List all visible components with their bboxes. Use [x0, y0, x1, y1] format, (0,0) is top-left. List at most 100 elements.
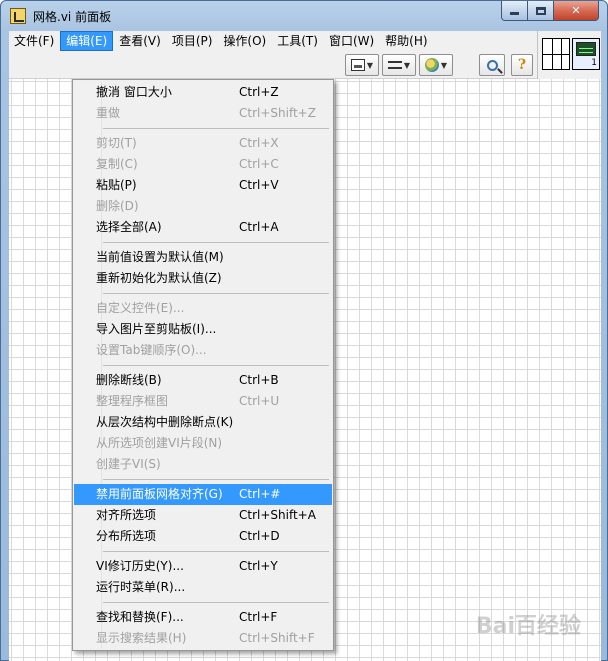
minimize-icon: [510, 12, 519, 15]
menu-item-shortcut: Ctrl+D: [239, 529, 280, 543]
dropdown-arrow-icon: ▼: [366, 60, 374, 70]
edit-menu-item[interactable]: 从层次结构中删除断点(K): [75, 412, 331, 433]
edit-menu-item[interactable]: 当前值设置为默认值(M): [75, 247, 331, 268]
menu-0[interactable]: 文件(F): [9, 31, 59, 51]
menu-item-shortcut: Ctrl+Y: [239, 559, 278, 573]
edit-menu-item: 显示搜索结果(H) Ctrl+Shift+F: [75, 628, 331, 649]
edit-menu-item[interactable]: 选择全部(A) Ctrl+A: [75, 217, 331, 238]
menu-item-shortcut: Ctrl+A: [239, 220, 279, 234]
menu-separator: [103, 475, 331, 484]
menu-item-label: 查找和替换(F)...: [96, 610, 184, 624]
menu-1[interactable]: 编辑(E): [60, 31, 114, 51]
edit-menu-item[interactable]: 粘贴(P) Ctrl+V: [75, 175, 331, 196]
vi-icon-number: 1: [591, 58, 597, 68]
menu-separator: [103, 289, 331, 298]
reorder-icon: [424, 58, 439, 72]
menu-item-label: 设置Tab键顺序(O)...: [96, 343, 207, 357]
edit-menu-item[interactable]: 对齐所选项 Ctrl+Shift+A: [75, 505, 331, 526]
menu-item-label: 重新初始化为默认值(Z): [96, 271, 222, 285]
edit-menu-dropdown: 撤消 窗口大小 Ctrl+Z 重做 Ctrl+Shift+Z 剪切(T) Ctrl+X 复制…: [72, 79, 334, 651]
edit-menu-item[interactable]: 运行时菜单(R)...: [75, 577, 331, 598]
menu-item-label: 从层次结构中删除断点(K): [96, 415, 234, 429]
menu-separator: [103, 598, 331, 607]
app-window: 网格.vi 前面板 ✕ 文件(F) 编辑(E) 查看(V) 项目(P) 操作(O) 工具(…: [0, 0, 608, 661]
menu-item-label: 选择全部(A): [96, 220, 162, 234]
menu-item-shortcut: Ctrl+X: [239, 136, 279, 150]
maximize-button[interactable]: [528, 1, 554, 21]
front-panel-client: 文件(F) 编辑(E) 查看(V) 项目(P) 操作(O) 工具(T) 窗口(W) 帮助(H)…: [9, 31, 601, 661]
menu-item-shortcut: Ctrl+Shift+Z: [239, 106, 316, 120]
menu-item-label: 自定义控件(E)...: [96, 301, 185, 315]
close-icon: ✕: [571, 4, 581, 17]
minimize-button[interactable]: [501, 1, 528, 21]
menu-2[interactable]: 查看(V): [114, 31, 166, 51]
connector-pane[interactable]: [542, 38, 570, 70]
menu-item-label: 剪切(T): [96, 136, 137, 150]
distribute-objects-icon: [387, 59, 402, 71]
menu-separator: [103, 547, 331, 556]
menu-3[interactable]: 项目(P): [167, 31, 218, 51]
close-button[interactable]: ✕: [554, 1, 599, 21]
vi-icon[interactable]: 1: [572, 38, 600, 70]
menu-item-shortcut: Ctrl+C: [239, 157, 279, 171]
menu-item-shortcut: Ctrl+#: [239, 487, 281, 501]
menu-item-label: 整理程序框图: [96, 394, 169, 408]
menu-item-label: 当前值设置为默认值(M): [96, 250, 224, 264]
toolbar: ▼ ▼ ▼ ?: [9, 51, 537, 79]
menu-7[interactable]: 帮助(H): [380, 31, 432, 51]
menu-4[interactable]: 操作(O): [218, 31, 271, 51]
menu-item-label: 创建子VI(S): [96, 457, 161, 471]
menu-item-shortcut: Ctrl+Shift+F: [239, 631, 315, 645]
menu-5[interactable]: 工具(T): [272, 31, 323, 51]
menu-item-shortcut: [219, 454, 239, 475]
labview-app-icon[interactable]: [10, 8, 26, 24]
menu-item-label: 删除断线(B): [96, 373, 162, 387]
distribute-objects-button[interactable]: ▼: [382, 54, 416, 76]
menu-item-label: 撤消 窗口大小: [96, 85, 172, 99]
menu-item-label: 禁用前面板网格对齐(G): [96, 487, 223, 501]
menu-item-label: 分布所选项: [96, 529, 157, 543]
menu-item-shortcut: [219, 298, 239, 319]
context-help-button[interactable]: ?: [511, 54, 533, 76]
menu-6[interactable]: 窗口(W): [324, 31, 379, 51]
menu-item-label: 删除(D): [96, 199, 139, 213]
menu-item-label: 显示搜索结果(H): [96, 631, 187, 645]
menu-item-shortcut: [219, 196, 239, 217]
menu-item-shortcut: [219, 340, 239, 361]
menu-item-label: VI修订历史(Y)...: [96, 559, 184, 573]
edit-menu-item[interactable]: 分布所选项 Ctrl+D: [75, 526, 331, 547]
menu-separator: [103, 124, 331, 133]
edit-menu-item: 从所选项创建VI片段(N): [75, 433, 331, 454]
reorder-button[interactable]: ▼: [419, 54, 453, 76]
edit-menu-item[interactable]: 重新初始化为默认值(Z): [75, 268, 331, 289]
menu-item-shortcut: [219, 433, 239, 454]
search-icon: [486, 59, 498, 71]
caption-buttons: ✕: [501, 1, 599, 21]
search-button[interactable]: [479, 54, 505, 76]
menu-item-shortcut: [219, 412, 239, 433]
menu-item-shortcut: Ctrl+V: [239, 178, 279, 192]
maximize-icon: [535, 6, 546, 15]
menu-item-shortcut: Ctrl+Z: [239, 85, 279, 99]
menu-item-label: 运行时菜单(R)...: [96, 580, 186, 594]
menu-item-label: 从所选项创建VI片段(N): [96, 436, 223, 450]
menu-item-label: 重做: [96, 106, 121, 120]
menu-bar: 文件(F) 编辑(E) 查看(V) 项目(P) 操作(O) 工具(T) 窗口(W) 帮助(H): [9, 31, 537, 51]
menu-item-shortcut: [219, 247, 239, 268]
edit-menu-item[interactable]: 导入图片至剪贴板(I)...: [75, 319, 331, 340]
menu-separator: [103, 238, 331, 247]
menu-item-label: 导入图片至剪贴板(I)...: [96, 322, 217, 336]
edit-menu-item[interactable]: 查找和替换(F)... Ctrl+F: [75, 607, 331, 628]
edit-menu-item[interactable]: 禁用前面板网格对齐(G) Ctrl+#: [74, 484, 332, 505]
edit-menu-item: 复制(C) Ctrl+C: [75, 154, 331, 175]
edit-menu-item: 剪切(T) Ctrl+X: [75, 133, 331, 154]
edit-menu-item[interactable]: VI修订历史(Y)... Ctrl+Y: [75, 556, 331, 577]
menu-item-shortcut: Ctrl+F: [239, 610, 278, 624]
menu-item-label: 复制(C): [96, 157, 138, 171]
title-bar[interactable]: 网格.vi 前面板 ✕: [1, 1, 607, 31]
align-objects-button[interactable]: ▼: [345, 54, 379, 76]
watermark: Bai百经验: [475, 614, 581, 639]
menu-item-label: 对齐所选项: [96, 508, 157, 522]
edit-menu-item[interactable]: 撤消 窗口大小 Ctrl+Z: [75, 82, 331, 103]
edit-menu-item[interactable]: 删除断线(B) Ctrl+B: [75, 370, 331, 391]
